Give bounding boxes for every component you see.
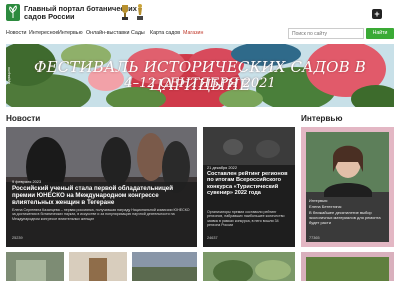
interview-heading[interactable]: Интервью xyxy=(301,114,342,123)
nav-item-interesting[interactable]: Интересное xyxy=(29,30,58,36)
news-card-rating[interactable]: 21 декабря 2022 Составлен рейтинг регион… xyxy=(203,127,295,247)
logo-icon[interactable] xyxy=(6,4,20,21)
nav-item-online-exhibitions[interactable]: Онлайн-выставки xyxy=(86,30,129,36)
news-thumb[interactable] xyxy=(69,252,127,281)
news-card-text: Организаторы премии составили рейтинг ре… xyxy=(207,210,285,228)
festival-banner[interactable]: ФЕСТИВАЛЬ ИСТОРИЧЕСКИХ САДОВ В ЦАРИЦЫНЕ … xyxy=(6,44,394,107)
award-trophy-icon xyxy=(122,5,128,20)
news-card-text: Елена Сергеевна Казанцева – первая росси… xyxy=(12,208,190,221)
news-thumb-image xyxy=(132,252,197,281)
interview-label: Интервью: xyxy=(309,198,329,203)
banner-dates: 4–12 СЕНТЯБРЯ 2021 xyxy=(124,76,276,91)
search-input[interactable] xyxy=(288,28,364,39)
nav-item-shop[interactable]: Магазин xyxy=(183,30,203,36)
interview-quote: В ближайшее десятилетие выбор экологичны… xyxy=(309,210,381,225)
banner-side-label: Царицыно xyxy=(7,67,11,84)
interview-card-inner: Интервью: Елена Бетехтина: В ближайшее д… xyxy=(306,132,389,242)
news-thumb-image xyxy=(6,252,64,281)
news-thumb-image xyxy=(69,252,127,281)
interview-card[interactable]: Интервью: Елена Бетехтина: В ближайшее д… xyxy=(301,127,394,247)
nav-item-news[interactable]: Новости xyxy=(6,30,27,36)
nav-item-gardens-map[interactable]: Карта садов xyxy=(150,30,180,36)
interview-thumb[interactable] xyxy=(301,252,394,281)
award-statuette-icon xyxy=(137,4,143,20)
views-count: 24637 xyxy=(207,236,218,240)
news-card-date: 21 декабря 2022 xyxy=(207,165,237,170)
news-card-title[interactable]: Российский ученый стала первой обладател… xyxy=(12,185,194,206)
interview-thumb-image xyxy=(306,257,389,281)
interview-name[interactable]: Елена Бетехтина: xyxy=(309,204,388,209)
interview-portrait xyxy=(306,132,389,242)
add-button[interactable]: + xyxy=(372,9,382,19)
nav-item-gardens[interactable]: Сады xyxy=(131,30,145,36)
search-button[interactable]: Найти xyxy=(366,28,394,39)
news-heading[interactable]: Новости xyxy=(6,114,40,123)
news-thumb[interactable] xyxy=(132,252,197,281)
news-thumb[interactable] xyxy=(6,252,64,281)
news-card-title[interactable]: Составлен рейтинг регионов по итогам Все… xyxy=(207,171,293,197)
views-count: 25239 xyxy=(12,236,23,240)
views-count: 77365 xyxy=(309,236,320,240)
header: Главный портал ботанических садов России… xyxy=(0,0,400,27)
news-card-date: 9 февраля 2023 xyxy=(12,179,42,184)
nav-item-interview[interactable]: Интервью xyxy=(58,30,83,36)
news-thumb-image xyxy=(203,252,295,281)
news-thumb[interactable] xyxy=(203,252,295,281)
news-card-unesco[interactable]: 9 февраля 2023 Российский ученый стала п… xyxy=(6,127,197,247)
